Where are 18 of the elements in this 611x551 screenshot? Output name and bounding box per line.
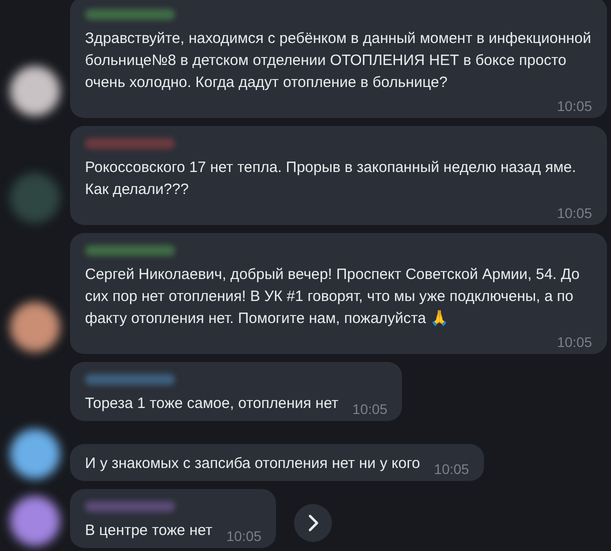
message-time: 10:05: [556, 97, 592, 115]
message-text: Рокоссовского 17 нет тепла. Прорыв в закопанный неделю назад яме. Как делали???: [85, 158, 578, 200]
avatar[interactable]: [10, 429, 60, 479]
message-text: Тореза 1 тоже самое, отопления нет: [85, 394, 338, 414]
message-text: И у знакомых с запсиба отопления нет ни у кого: [85, 454, 420, 474]
message-time: 10:05: [352, 400, 388, 418]
message-time: 10:05: [556, 204, 592, 222]
message-text: В центре тоже нет: [85, 521, 212, 541]
message-time: 10:05: [434, 460, 470, 478]
message-time: 10:05: [226, 527, 262, 545]
avatar[interactable]: [10, 496, 60, 546]
message-text: Сергей Николаевич, добрый вечер! Проспект Советской Армии, 54. До сих пор нет отопления! В УК #1 говорят, что мы уже подключены, а по факту отопления нет. Помогите нам, пожалуйста 🙏: [85, 265, 581, 329]
message-time: 10:05: [556, 333, 592, 351]
avatar[interactable]: [10, 302, 60, 352]
message-text: Здравствуйте, находимся с ребёнком в данный момент в инфекционной больнице№8 в детском отделении ОТОПЛЕНИЯ НЕТ в боксе просто очень холодно. Когда дадут отопление в больнице?: [85, 29, 592, 93]
forward-button[interactable]: [294, 504, 332, 542]
avatar[interactable]: [10, 66, 60, 116]
chevron-right-icon: [307, 514, 320, 532]
